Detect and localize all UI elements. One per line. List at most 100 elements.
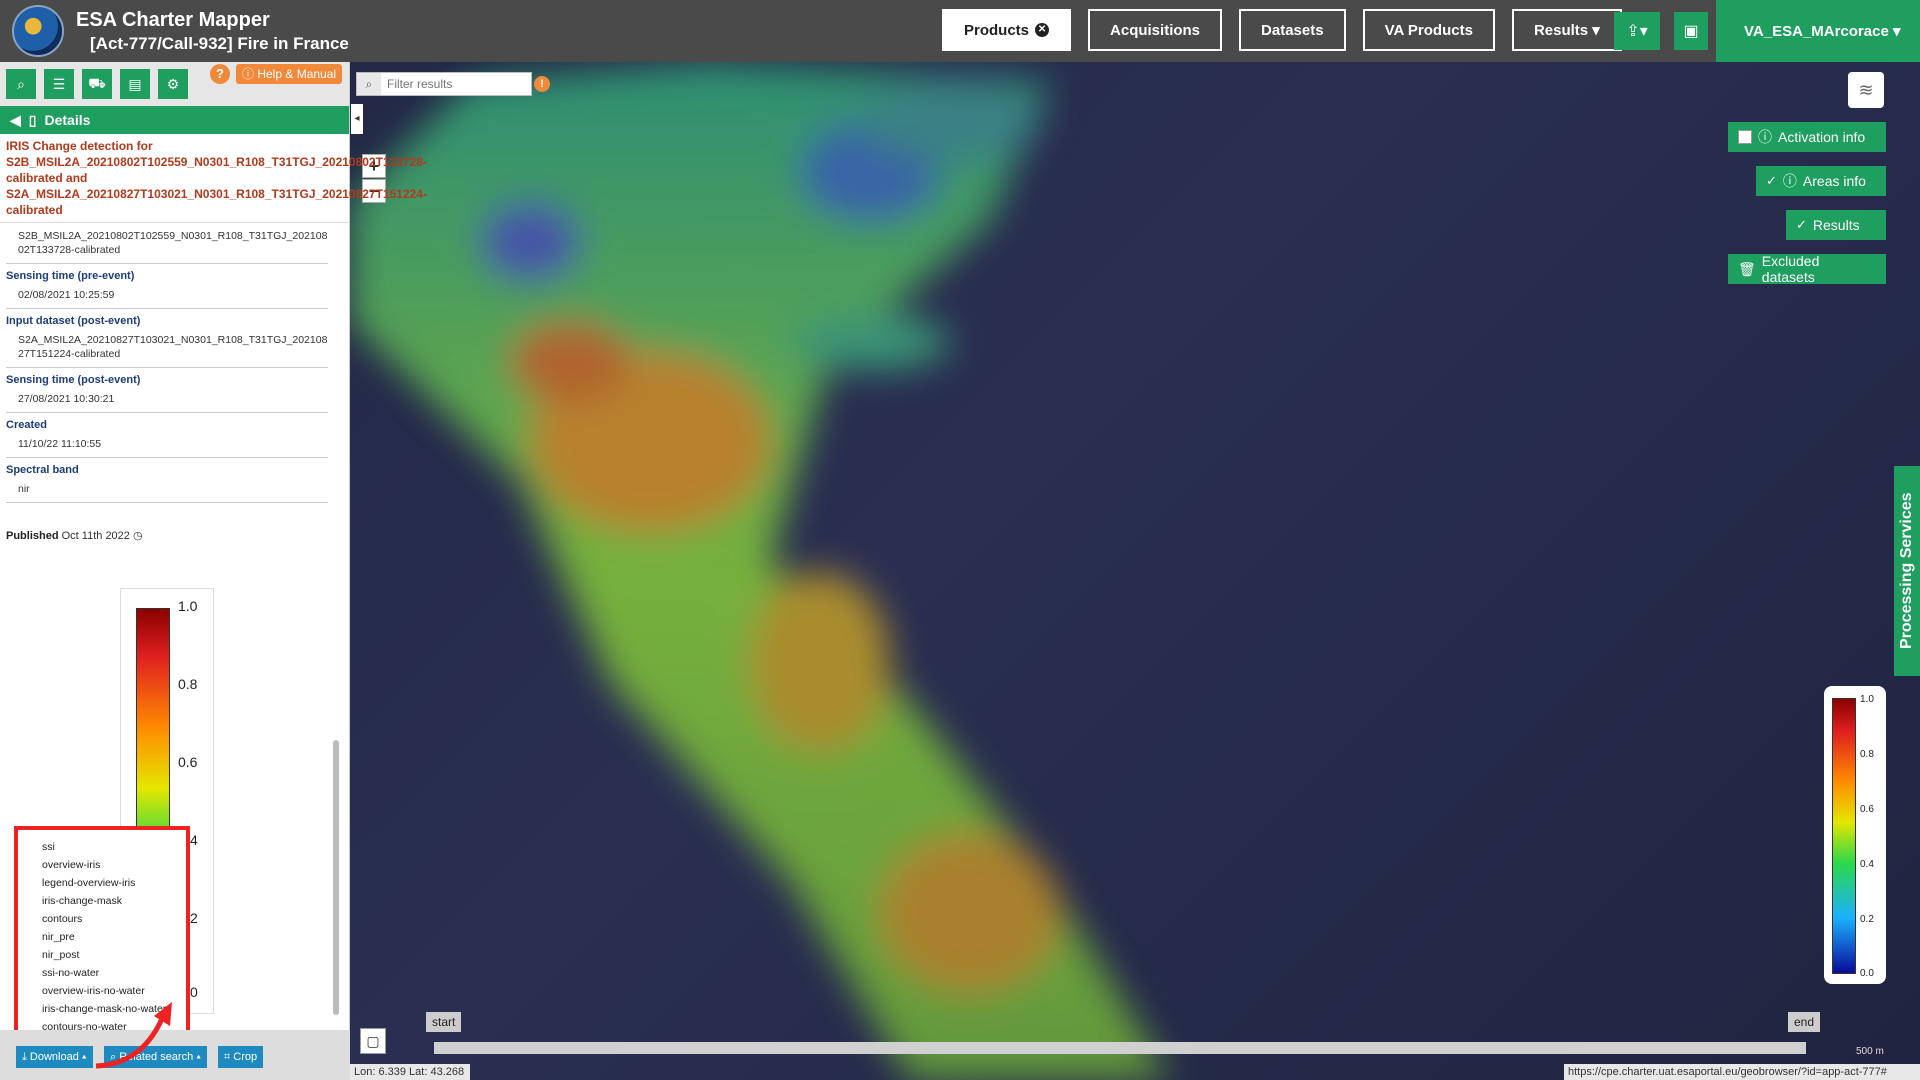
crop-button[interactable]: ⌗ Crop: [218, 1046, 264, 1068]
app-title: ESA Charter Mapper: [76, 8, 270, 31]
search-icon: ⌕: [357, 73, 381, 95]
map-overlay: [350, 62, 1170, 1080]
archive-icon: ▤: [128, 75, 142, 92]
map-legend-tick: 0.4: [1860, 859, 1874, 870]
results-toggle-button[interactable]: ✓ Results: [1786, 210, 1886, 240]
activation-title: [Act-777/Call-932] Fire in France: [90, 33, 349, 53]
timeline-start-label[interactable]: start: [426, 1012, 462, 1032]
download-option[interactable]: contours: [18, 910, 186, 928]
map-legend-tick: 0.6: [1860, 804, 1874, 815]
field-created: Created 11/10/22 11:10:55: [6, 413, 328, 458]
scale-bar: 500 m: [1856, 1046, 1884, 1057]
collapse-panel-button[interactable]: ◂: [351, 104, 363, 134]
trash-icon: 🗑: [1738, 260, 1756, 277]
basket-tool-button[interactable]: ⛟: [82, 69, 112, 99]
help-question-icon[interactable]: ?: [210, 64, 230, 84]
download-button[interactable]: ⤓ Download ▴: [16, 1046, 93, 1068]
upload-icon: ⇪▾: [1626, 23, 1648, 40]
status-url: https://cpe.charter.uat.esaportal.eu/geo…: [1564, 1064, 1920, 1080]
charter-logo: [12, 5, 64, 57]
map-legend-tick: 1.0: [1860, 694, 1874, 705]
map-legend: 1.0 0.8 0.6 0.4 0.2 0.0: [1824, 686, 1886, 984]
field-spectral-band: Spectral band nir: [6, 458, 328, 503]
product-fields: S2B_MSIL2A_20210802T102559_N0301_R108_T3…: [0, 223, 334, 503]
coordinates-readout: Lon: 6.339 Lat: 43.268: [350, 1064, 470, 1080]
basket-icon: ⛟: [88, 74, 106, 91]
check-icon: ✓: [1766, 173, 1777, 188]
list-tool-button[interactable]: ☰: [44, 69, 74, 99]
areas-info-button[interactable]: ✓ ⓘ Areas info: [1756, 166, 1886, 196]
field-value: 02/08/2021 10:25:59: [18, 289, 115, 301]
field-sensing-pre: Sensing time (pre-event) 02/08/2021 10:2…: [6, 264, 328, 309]
excluded-datasets-button[interactable]: 🗑 Excluded datasets: [1728, 253, 1886, 285]
download-option[interactable]: ssi: [18, 838, 186, 856]
download-option[interactable]: iris-change-mask: [18, 892, 186, 910]
help-manual-button[interactable]: ⓘ Help & Manual: [236, 64, 343, 84]
tab-results[interactable]: Results ▾: [1511, 9, 1622, 51]
processing-services-tab[interactable]: Processing Services: [1894, 466, 1920, 676]
filter-info-icon[interactable]: !: [534, 76, 550, 92]
download-option[interactable]: overview-iris: [18, 856, 186, 874]
field-value: 11/10/22 11:10:55: [18, 438, 102, 450]
layers-icon: ≋: [1858, 79, 1874, 100]
gear-icon: ⚙: [166, 75, 180, 92]
timeline-slider[interactable]: [434, 1042, 1806, 1054]
close-icon[interactable]: ✕: [1035, 23, 1050, 37]
field-label: Input dataset (post-event): [6, 315, 141, 327]
top-bar: ESA Charter Mapper [Act-777/Call-932] Fi…: [0, 0, 1920, 62]
fullscreen-button[interactable]: ▢: [360, 1028, 386, 1054]
brand: ESA Charter Mapper [Act-777/Call-932] Fi…: [76, 9, 349, 54]
upload-button[interactable]: ⇪▾: [1614, 12, 1660, 50]
field-sensing-post: Sensing time (post-event) 27/08/2021 10:…: [6, 368, 328, 413]
legend-tick: 0.8: [178, 676, 198, 692]
map-legend-gradient: [1832, 698, 1856, 974]
map-legend-tick: 0.8: [1860, 749, 1874, 760]
published-date: Oct 11th 2022: [61, 530, 130, 542]
settings-tool-button[interactable]: ⚙: [158, 69, 188, 99]
download-icon: ⤓: [22, 1051, 30, 1063]
activation-info-checkbox[interactable]: [1738, 130, 1752, 144]
tab-datasets[interactable]: Datasets: [1239, 9, 1346, 51]
change-heatmap: [350, 62, 1170, 1080]
map-legend-tick: 0.0: [1860, 968, 1874, 979]
layers-button[interactable]: ≋: [1848, 72, 1884, 108]
archive-tool-button[interactable]: ▤: [120, 69, 150, 99]
tab-products[interactable]: Products ✕: [942, 9, 1072, 51]
info-icon: ⓘ: [1782, 173, 1797, 189]
field-label: Created: [6, 419, 47, 431]
user-menu[interactable]: VA_ESA_MArcorace ▾: [1716, 0, 1920, 62]
timeline-end-label[interactable]: end: [1788, 1012, 1821, 1032]
map-view[interactable]: [350, 62, 1920, 1080]
panel-scrollbar[interactable]: [333, 740, 339, 1015]
details-header[interactable]: ◀ ▯ Details: [0, 106, 349, 134]
panel-action-bar: ⤓ Download ▴ ⌕ Related search ▴ ⌗ Crop: [0, 1030, 350, 1080]
main-nav: Products ✕ Acquisitions Datasets VA Produ…: [942, 9, 1622, 51]
field-value: nir: [18, 483, 30, 495]
legend-tick: 2: [190, 910, 198, 926]
map-legend-tick: 0.2: [1860, 914, 1874, 925]
annotation-arrow-icon: [95, 1002, 172, 1069]
legend-tick: 0.6: [178, 754, 198, 770]
back-icon[interactable]: ◀: [10, 112, 21, 129]
filter-input[interactable]: [381, 74, 521, 94]
activation-info-button[interactable]: ⓘ Activation info: [1728, 122, 1886, 152]
field-post-dataset: Input dataset (post-event) S2A_MSIL2A_20…: [6, 309, 328, 368]
search-tool-button[interactable]: ⌕: [6, 69, 36, 99]
legend-tick: 0: [190, 984, 198, 1000]
filter-box: ⌕: [356, 72, 532, 96]
download-option[interactable]: nir_pre: [18, 928, 186, 946]
square-icon: ▢: [366, 1033, 380, 1049]
field-pre-dataset: S2B_MSIL2A_20210802T102559_N0301_R108_T3…: [6, 223, 328, 264]
download-option[interactable]: ssi-no-water: [18, 964, 186, 982]
field-value: 27/08/2021 10:30:21: [18, 393, 115, 405]
field-label: Spectral band: [6, 464, 79, 476]
legend-tick: 4: [190, 832, 198, 848]
tab-va-products[interactable]: VA Products: [1362, 9, 1495, 51]
download-option[interactable]: nir_post: [18, 946, 186, 964]
tab-acquisitions[interactable]: Acquisitions: [1088, 9, 1223, 51]
briefcase-icon: ▣: [1683, 23, 1699, 40]
download-option[interactable]: legend-overview-iris: [18, 874, 186, 892]
briefcase-button[interactable]: ▣: [1674, 12, 1708, 50]
download-option[interactable]: overview-iris-no-water: [18, 982, 186, 1000]
info-icon: ⓘ: [242, 67, 258, 81]
